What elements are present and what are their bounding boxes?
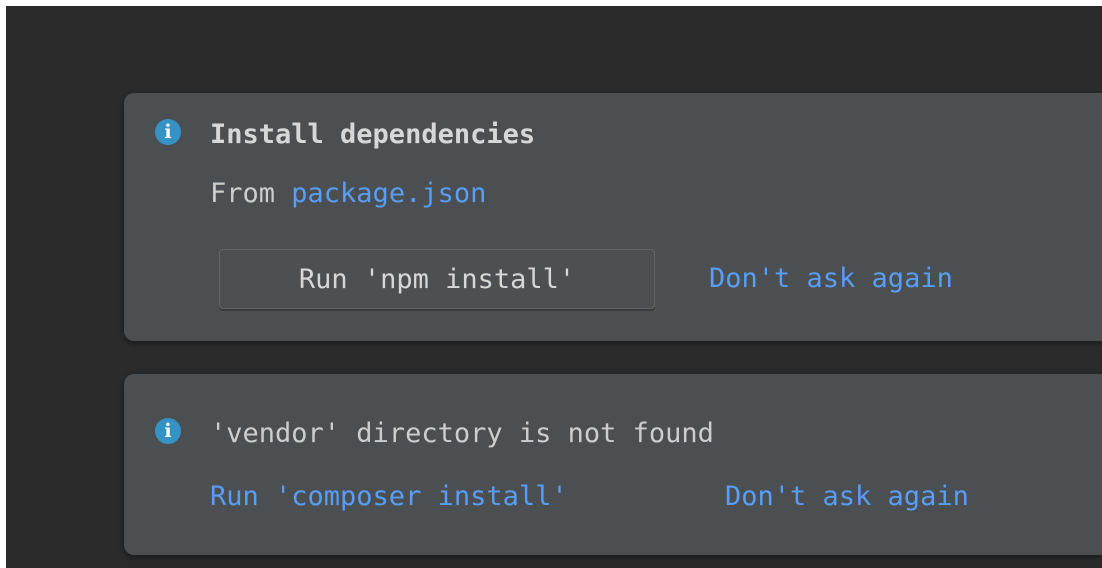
package-json-link[interactable]: package.json: [291, 178, 486, 209]
run-npm-install-button[interactable]: Run 'npm install': [219, 249, 655, 309]
install-dependencies-notification: i Install dependencies From package.json…: [124, 93, 1102, 341]
info-icon: i: [155, 119, 181, 145]
dont-ask-again-link[interactable]: Don't ask again: [725, 481, 969, 512]
notification-message: 'vendor' directory is not found: [210, 418, 714, 449]
dont-ask-again-link[interactable]: Don't ask again: [709, 263, 953, 294]
notification-subtitle: From package.json: [210, 178, 486, 209]
info-icon: i: [155, 418, 181, 444]
vendor-directory-notification: i 'vendor' directory is not found Run 'c…: [124, 374, 1102, 555]
notification-title: Install dependencies: [210, 119, 536, 150]
run-composer-install-link[interactable]: Run 'composer install': [210, 481, 568, 512]
subtitle-prefix: From: [210, 178, 292, 209]
